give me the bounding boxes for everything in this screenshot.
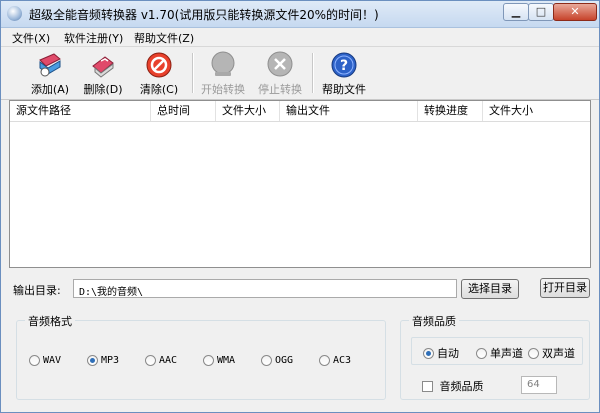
radio-aac-dot — [145, 355, 156, 366]
clear-icon — [145, 51, 173, 79]
output-dir-input[interactable]: D:\我的音频\ — [73, 279, 457, 298]
radio-aac-label: AAC — [159, 355, 178, 366]
quality-checkbox[interactable]: 音频品质 — [422, 378, 484, 394]
add-button[interactable]: 添加(A) — [20, 51, 80, 97]
radio-ac3-label: AC3 — [333, 355, 352, 366]
channel-box: 自动 单声道 双声道 — [411, 337, 583, 365]
close-icon: ✕ — [570, 5, 580, 18]
menu-help[interactable]: 帮助文件(Z) — [134, 30, 194, 46]
radio-auto-dot — [423, 347, 434, 359]
maximize-icon: □ — [535, 5, 547, 18]
help-icon: ? — [330, 51, 358, 79]
delete-icon — [89, 51, 117, 79]
radio-wma-label: WMA — [217, 355, 236, 366]
quality-checkbox-box — [422, 380, 433, 392]
close-button[interactable]: ✕ — [553, 3, 597, 21]
column-progress[interactable]: 转换进度 — [418, 101, 483, 121]
open-dir-button[interactable]: 打开目录 — [540, 278, 590, 298]
app-window: 超级全能音频转换器 v1.70(试用版只能转换源文件20%的时间！) ▁ □ ✕… — [0, 0, 600, 413]
radio-auto[interactable]: 自动 — [423, 345, 459, 361]
radio-auto-label: 自动 — [437, 347, 459, 360]
column-output-size[interactable]: 文件大小 — [483, 101, 590, 121]
start-label: 开始转换 — [201, 83, 245, 96]
radio-wav-dot — [29, 355, 40, 366]
audio-quality-title: 音频品质 — [409, 313, 459, 329]
radio-mono-label: 单声道 — [490, 347, 523, 360]
toolbar: 添加(A) 删除(D) 清除(C) 开始转换 停止转换 ? 帮助文件 — [1, 46, 599, 100]
output-dir-label: 输出目录: — [13, 284, 61, 297]
column-output-file[interactable]: 输出文件 — [280, 101, 418, 121]
radio-aac[interactable]: AAC — [145, 355, 177, 367]
menu-bar: 文件(X) 软件注册(Y) 帮助文件(Z) — [1, 28, 599, 46]
help-button[interactable]: ? 帮助文件 — [314, 51, 374, 97]
radio-wma[interactable]: WMA — [203, 355, 235, 367]
maximize-button[interactable]: □ — [528, 3, 554, 21]
column-source-path[interactable]: 源文件路径 — [10, 101, 151, 121]
clear-label: 清除(C) — [139, 83, 179, 96]
add-label: 添加(A) — [30, 83, 70, 96]
window-title: 超级全能音频转换器 v1.70(试用版只能转换源文件20%的时间！) — [29, 8, 379, 22]
start-convert-button[interactable]: 开始转换 — [193, 51, 253, 97]
delete-label: 删除(D) — [83, 83, 123, 96]
radio-wav[interactable]: WAV — [29, 355, 61, 367]
radio-ac3-dot — [319, 355, 330, 366]
column-total-time[interactable]: 总时间 — [151, 101, 216, 121]
add-icon — [36, 51, 64, 79]
svg-text:?: ? — [340, 58, 348, 74]
stop-label: 停止转换 — [258, 83, 302, 96]
stop-convert-button[interactable]: 停止转换 — [250, 51, 310, 97]
radio-ogg[interactable]: OGG — [261, 355, 293, 367]
radio-mono[interactable]: 单声道 — [476, 345, 523, 361]
choose-dir-button[interactable]: 选择目录 — [461, 279, 519, 299]
delete-button[interactable]: 删除(D) — [73, 51, 133, 97]
radio-ogg-label: OGG — [275, 355, 294, 366]
radio-stereo-dot — [528, 347, 539, 359]
minimize-icon: ▁ — [511, 5, 521, 18]
clear-button[interactable]: 清除(C) — [129, 51, 189, 97]
column-file-size[interactable]: 文件大小 — [216, 101, 280, 121]
file-list[interactable]: 源文件路径 总时间 文件大小 输出文件 转换进度 文件大小 — [9, 100, 591, 268]
radio-mono-dot — [476, 347, 487, 359]
menu-register[interactable]: 软件注册(Y) — [64, 30, 123, 46]
title-bar[interactable]: 超级全能音频转换器 v1.70(试用版只能转换源文件20%的时间！) ▁ □ ✕ — [1, 1, 599, 28]
radio-mp3[interactable]: MP3 — [87, 355, 119, 367]
stop-icon — [266, 51, 294, 79]
radio-stereo-label: 双声道 — [542, 347, 575, 360]
radio-mp3-dot — [87, 355, 98, 366]
quality-value-input[interactable]: 64 — [521, 376, 557, 394]
minimize-button[interactable]: ▁ — [503, 3, 529, 21]
radio-ac3[interactable]: AC3 — [319, 355, 351, 367]
list-header: 源文件路径 总时间 文件大小 输出文件 转换进度 文件大小 — [10, 101, 590, 122]
help-label: 帮助文件 — [322, 83, 366, 96]
radio-wav-label: WAV — [43, 355, 62, 366]
radio-stereo[interactable]: 双声道 — [528, 345, 575, 361]
menu-file[interactable]: 文件(X) — [12, 30, 50, 46]
audio-format-title: 音频格式 — [25, 313, 75, 329]
quality-checkbox-label: 音频品质 — [439, 380, 484, 393]
app-icon — [7, 6, 22, 21]
start-icon — [209, 51, 237, 79]
radio-wma-dot — [203, 355, 214, 366]
audio-format-group: 音频格式 WAV MP3 AAC WMA OGG AC3 — [16, 313, 386, 400]
radio-mp3-label: MP3 — [101, 355, 120, 366]
radio-ogg-dot — [261, 355, 272, 366]
